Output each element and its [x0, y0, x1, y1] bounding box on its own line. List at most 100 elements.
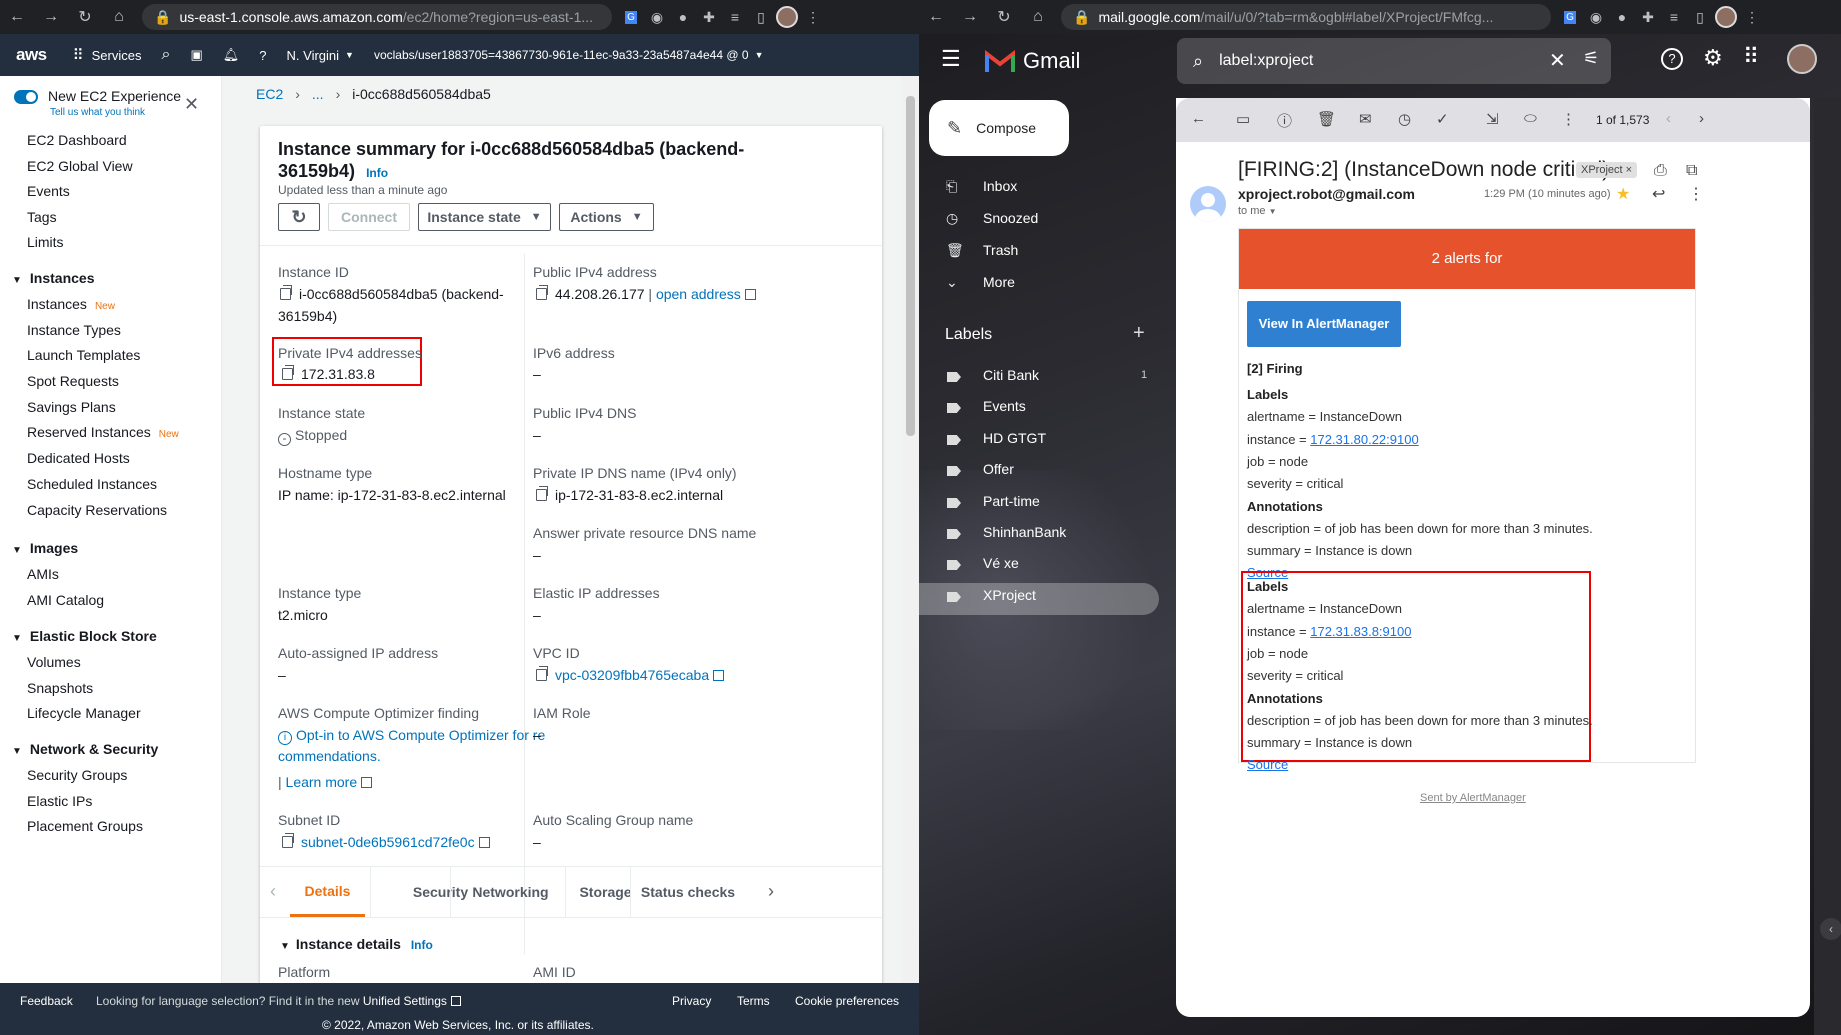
home-icon[interactable]: ⌂	[102, 0, 136, 34]
label-item-citi-bank[interactable]: Citi Bank 1	[919, 366, 1159, 390]
sidebar-item-events[interactable]: Events	[27, 183, 70, 199]
new-experience-toggle[interactable]	[14, 90, 38, 104]
copy-icon[interactable]	[282, 365, 294, 380]
sidebar-section-3[interactable]: ▼ Network & Security	[12, 741, 158, 757]
sidebar-item-scheduled-instances[interactable]: Scheduled Instances	[27, 476, 157, 492]
add-label-icon[interactable]: +	[1133, 322, 1145, 345]
translate-icon[interactable]: G	[1557, 4, 1583, 30]
sidebar-item-launch-templates[interactable]: Launch Templates	[27, 347, 140, 363]
sidebar-item-elastic-ips[interactable]: Elastic IPs	[27, 793, 92, 809]
profile-avatar[interactable]	[1713, 4, 1739, 30]
sidebar-section-1[interactable]: ▼ Images	[12, 540, 78, 556]
add-task-icon[interactable]: ✓	[1436, 110, 1449, 128]
page-scrollbar[interactable]	[902, 76, 919, 983]
sidebar-item-spot-requests[interactable]: Spot Requests	[27, 373, 119, 389]
forward-icon[interactable]: →	[34, 0, 68, 34]
source-link[interactable]: Source	[1247, 757, 1288, 772]
label-item-part-time[interactable]: Part-time	[919, 492, 1159, 516]
vpc-link[interactable]: vpc-03209fbb4765ecaba	[555, 667, 709, 683]
sidebar-item-snapshots[interactable]: Snapshots	[27, 680, 93, 696]
hamburger-icon[interactable]: ☰	[941, 46, 961, 72]
label-item-hd-gtgt[interactable]: HD GTGT	[919, 429, 1159, 453]
open-new-window-icon[interactable]: ⧉	[1686, 162, 1697, 180]
bell-icon[interactable]: 🔔︎	[213, 34, 250, 76]
unified-settings-link[interactable]: Unified Settings	[363, 994, 447, 1008]
tabs-prev-icon[interactable]: ‹	[270, 881, 276, 902]
profile-avatar[interactable]	[774, 4, 800, 30]
search-options-icon[interactable]: ⚟	[1583, 48, 1599, 69]
newer-icon[interactable]: ‹	[1666, 110, 1671, 127]
feedback-link[interactable]: Feedback	[20, 994, 73, 1008]
tab-details[interactable]: Details	[290, 867, 365, 917]
cookie-icon[interactable]: ●	[670, 4, 696, 30]
snooze-icon[interactable]: ◷	[1398, 110, 1411, 128]
reply-icon[interactable]: ↩	[1652, 184, 1665, 204]
sidebar-section-0[interactable]: ▼ Instances	[12, 270, 95, 286]
sidebar-item-ec-dashboard[interactable]: EC2 Dashboard	[27, 132, 127, 148]
label-item-shinhanbank[interactable]: ShinhanBank	[919, 523, 1159, 547]
address-bar[interactable]: 🔒 mail.google.com/mail/u/0/?tab=rm&ogbl#…	[1061, 4, 1551, 30]
copy-icon[interactable]	[536, 285, 548, 300]
copy-icon[interactable]	[282, 833, 294, 848]
subnet-link[interactable]: subnet-0de6b5961cd72fe0c	[301, 834, 475, 850]
label-chip[interactable]: XProject ×	[1576, 162, 1638, 178]
info-link[interactable]: Info	[411, 938, 433, 952]
address-bar[interactable]: 🔒 us-east-1.console.aws.amazon.com/ec2/h…	[142, 4, 612, 30]
sent-by-footer[interactable]: Sent by AlertManager	[1420, 792, 1526, 804]
account-menu[interactable]: voclabs/user1883705=43867730-961e-11ec-9…	[364, 34, 774, 76]
region-selector[interactable]: N. Virgini ▼	[277, 34, 364, 76]
reload-icon[interactable]: ↻	[68, 0, 102, 34]
home-icon[interactable]: ⌂	[1021, 0, 1055, 34]
apps-grid-icon[interactable]: ⠿	[1743, 44, 1759, 70]
sidebar-item-reserved-instances[interactable]: Reserved Instances New	[27, 424, 179, 440]
star-icon[interactable]: ★	[1616, 184, 1630, 204]
search-bar[interactable]: ⌕ label:xproject ✕ ⚟	[1177, 38, 1611, 84]
feedback-link[interactable]: Tell us what you think	[50, 107, 145, 118]
sidepanel-icon[interactable]: ▯	[1687, 4, 1713, 30]
help-icon[interactable]: ?	[249, 34, 276, 76]
tab-networking[interactable]: Networking	[450, 867, 570, 917]
learn-more-link[interactable]: | Learn more	[278, 774, 373, 790]
close-icon[interactable]: ✕	[184, 94, 199, 115]
label-item-xproject[interactable]: XProject	[919, 586, 1159, 610]
sidebar-item-savings-plans[interactable]: Savings Plans	[27, 399, 116, 415]
sidebar-item-lifecycle-manager[interactable]: Lifecycle Manager	[27, 705, 141, 721]
tabs-next-icon[interactable]: ›	[768, 881, 774, 902]
more-icon[interactable]: ⋮	[1688, 184, 1704, 204]
sidebar-section-2[interactable]: ▼ Elastic Block Store	[12, 628, 157, 644]
cloudshell-icon[interactable]: ▣	[180, 34, 212, 76]
terms-link[interactable]: Terms	[737, 994, 770, 1008]
open-address-link[interactable]: open address	[656, 286, 741, 302]
copy-icon[interactable]	[536, 486, 548, 501]
info-link[interactable]: Info	[366, 166, 388, 180]
label-item-v-xe[interactable]: Vé xe	[919, 554, 1159, 578]
sidebar-item-dedicated-hosts[interactable]: Dedicated Hosts	[27, 450, 130, 466]
instance-details-header[interactable]: ▼ Instance details Info	[280, 936, 433, 952]
compose-button[interactable]: ✎ Compose	[929, 100, 1069, 156]
cookie-icon[interactable]: ●	[1609, 4, 1635, 30]
print-icon[interactable]: ⎙	[1654, 162, 1667, 180]
archive-icon[interactable]: ▭	[1236, 110, 1250, 128]
search-input[interactable]: label:xproject	[1219, 52, 1313, 70]
tab-status-checks[interactable]: Status checks	[630, 867, 745, 917]
move-to-icon[interactable]: ⇲	[1486, 110, 1499, 128]
help-icon[interactable]: ?	[1661, 48, 1683, 70]
sidebar-item-capacity-reservations[interactable]: Capacity Reservations	[27, 502, 167, 518]
sidebar-item-placement-groups[interactable]: Placement Groups	[27, 818, 143, 834]
nav-trash[interactable]: 🗑︎ Trash	[919, 242, 1159, 266]
instance-link[interactable]: 172.31.83.8:9100	[1310, 624, 1411, 639]
sidebar-item-instance-types[interactable]: Instance Types	[27, 322, 121, 338]
sidebar-item-instances[interactable]: Instances New	[27, 296, 115, 312]
label-item-events[interactable]: Events	[919, 397, 1159, 421]
extension-icon[interactable]: ◉	[1583, 4, 1609, 30]
nav-more[interactable]: ⌄ More	[919, 274, 1159, 298]
nav-snoozed[interactable]: ◷ Snoozed	[919, 210, 1159, 234]
extension-icon[interactable]: ◉	[644, 4, 670, 30]
puzzle-icon[interactable]: ✚	[1635, 4, 1661, 30]
actions-button[interactable]: Actions ▼	[559, 203, 654, 231]
back-icon[interactable]: ←	[0, 0, 34, 34]
delete-icon[interactable]: 🗑︎	[1317, 110, 1336, 128]
back-icon[interactable]: ←	[919, 0, 953, 34]
more-options-icon[interactable]: ⋮	[1561, 110, 1576, 128]
optimizer-text-2[interactable]: commendations.	[278, 748, 381, 764]
